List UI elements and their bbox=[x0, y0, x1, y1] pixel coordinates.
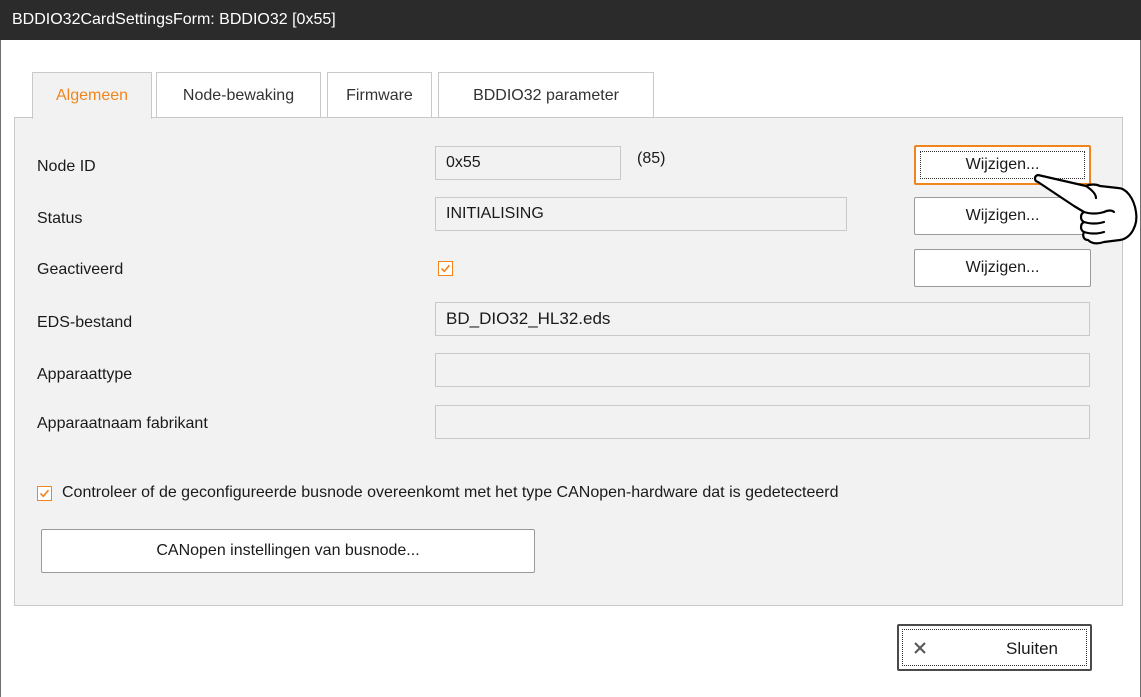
check-hardware-checkbox[interactable] bbox=[37, 486, 52, 501]
device-type-field[interactable] bbox=[435, 353, 1090, 387]
activated-label: Geactiveerd bbox=[37, 261, 124, 278]
checkmark-icon bbox=[440, 264, 451, 273]
change-activated-button[interactable]: Wijzigen... bbox=[914, 249, 1091, 287]
manufacturer-name-field[interactable] bbox=[435, 405, 1090, 439]
change-activated-label: Wijzigen... bbox=[965, 259, 1040, 276]
node-id-decimal: (85) bbox=[637, 150, 666, 167]
check-hardware-label: Controleer of de geconfigureerde busnode… bbox=[62, 484, 839, 501]
tab-algemeen[interactable]: Algemeen bbox=[32, 72, 152, 119]
change-node-id-label: Wijzigen... bbox=[965, 156, 1040, 173]
device-type-label: Apparaattype bbox=[37, 366, 133, 383]
focus-rectangle bbox=[902, 629, 1087, 666]
close-button[interactable]: Sluiten bbox=[897, 624, 1092, 671]
window-title: BDDIO32CardSettingsForm: BDDIO32 [0x55] bbox=[12, 11, 336, 28]
hand-pointer-icon bbox=[1033, 173, 1138, 245]
change-status-label: Wijzigen... bbox=[965, 207, 1040, 224]
eds-file-field[interactable]: BD_DIO32_HL32.eds bbox=[435, 302, 1090, 336]
eds-file-label: EDS-bestand bbox=[37, 314, 133, 331]
status-label: Status bbox=[37, 210, 83, 227]
tab-node-bewaking[interactable]: Node-bewaking bbox=[156, 72, 321, 118]
activated-checkbox[interactable] bbox=[438, 261, 453, 276]
tab-bddio32-parameter[interactable]: BDDIO32 parameter bbox=[438, 72, 654, 118]
node-id-label: Node ID bbox=[37, 158, 96, 175]
node-id-field[interactable]: 0x55 bbox=[435, 146, 621, 180]
status-field[interactable]: INITIALISING bbox=[435, 197, 847, 231]
close-x-icon bbox=[914, 642, 926, 654]
close-label: Sluiten bbox=[1006, 639, 1058, 658]
canopen-settings-label: CANopen instellingen van busnode... bbox=[156, 542, 420, 559]
window-titlebar: BDDIO32CardSettingsForm: BDDIO32 [0x55] bbox=[0, 0, 1141, 40]
manufacturer-name-label: Apparaatnaam fabrikant bbox=[37, 415, 208, 432]
checkmark-icon bbox=[39, 489, 50, 498]
canopen-settings-button[interactable]: CANopen instellingen van busnode... bbox=[41, 529, 535, 573]
tab-firmware[interactable]: Firmware bbox=[327, 72, 432, 118]
